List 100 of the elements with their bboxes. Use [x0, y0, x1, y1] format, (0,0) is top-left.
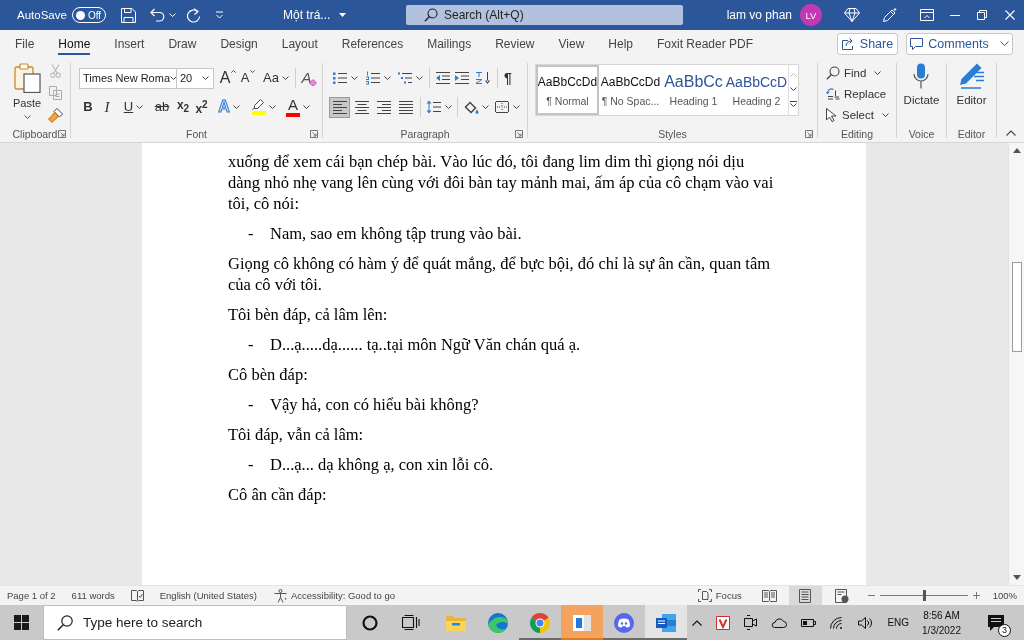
user-avatar[interactable]: LV	[800, 4, 822, 26]
caret-icon[interactable]	[281, 76, 289, 80]
taskbar-app-button[interactable]	[561, 605, 603, 640]
language-label[interactable]: English (United States)	[159, 590, 257, 601]
taskbar-search-field[interactable]: Type here to search	[43, 605, 347, 640]
save-icon[interactable]	[120, 7, 136, 23]
ribbon-tab[interactable]: Review	[483, 30, 547, 57]
ribbon-tab[interactable]: Layout	[269, 30, 330, 57]
ribbon-tab[interactable]: Draw	[156, 30, 209, 57]
speaker-icon[interactable]	[858, 616, 874, 629]
ribbon-tab[interactable]: Design	[208, 30, 270, 57]
style-option[interactable]: AaBbCcD Heading 2	[725, 65, 788, 115]
caret-icon[interactable]	[874, 70, 882, 75]
caret-icon[interactable]	[513, 105, 520, 109]
document-title-button[interactable]: Một trá...	[283, 8, 347, 22]
comments-button[interactable]: Comments	[906, 32, 1013, 55]
more-styles-icon[interactable]	[790, 101, 797, 107]
subscript-button[interactable]: x$_{2}$	[174, 96, 192, 118]
style-option[interactable]: AaBbCcDd ¶ Normal	[536, 65, 599, 115]
minimize-icon[interactable]	[950, 14, 960, 16]
editor-button[interactable]: Editor	[956, 62, 987, 125]
caret-icon[interactable]	[339, 13, 347, 17]
task-view-icon[interactable]	[401, 615, 420, 630]
taskbar-app-button[interactable]	[645, 605, 687, 640]
caret-icon[interactable]	[170, 76, 177, 80]
ribbon-display-icon[interactable]	[920, 9, 934, 21]
dialog-launcher-icon[interactable]	[58, 129, 66, 138]
replace-button[interactable]: Replace	[826, 85, 887, 102]
cloud-icon[interactable]	[771, 617, 788, 628]
caret-icon[interactable]	[23, 115, 31, 119]
proofing-book-icon[interactable]	[130, 589, 144, 602]
caret-icon[interactable]	[232, 105, 240, 109]
font-name-field[interactable]: Times New Roma	[79, 67, 177, 89]
caret-icon[interactable]	[416, 76, 423, 80]
print-layout-button[interactable]	[788, 586, 822, 605]
caret-icon[interactable]	[268, 105, 276, 109]
show-marks-button[interactable]: ¶	[501, 67, 515, 89]
battery-icon[interactable]	[801, 618, 817, 627]
superscript-button[interactable]: x$^{2}$	[192, 96, 211, 118]
dictate-button[interactable]: Dictate	[903, 62, 940, 125]
font-size-field[interactable]: 20	[176, 67, 214, 89]
zoom-level[interactable]: 100%	[992, 590, 1017, 601]
dialog-launcher-icon[interactable]	[310, 129, 318, 138]
clock-time[interactable]: 8:56 AM	[923, 607, 960, 623]
undo-icon[interactable]	[149, 8, 165, 22]
collapse-ribbon-icon[interactable]	[1005, 130, 1016, 136]
clear-formatting-button[interactable]: A	[299, 67, 319, 89]
font-color-button[interactable]: A	[280, 96, 316, 118]
caret-icon[interactable]	[136, 105, 144, 109]
zoom-slider-thumb[interactable]	[922, 590, 926, 601]
caret-icon[interactable]	[999, 41, 1009, 46]
accessibility-status[interactable]: Accessibility: Good to go	[290, 590, 395, 601]
scroll-down-icon[interactable]	[1012, 575, 1021, 580]
style-option[interactable]: AaBbCcDd ¶ No Spac...	[599, 65, 662, 115]
share-button[interactable]: Share	[837, 32, 898, 55]
italic-button[interactable]: I	[97, 96, 117, 118]
ribbon-tab[interactable]: File	[3, 30, 47, 57]
customize-toolbar-icon[interactable]	[214, 11, 224, 19]
ribbon-tab[interactable]: View	[546, 30, 597, 57]
shrink-font-button[interactable]: A	[239, 67, 257, 89]
clock-date[interactable]: 1/3/2022	[922, 622, 961, 638]
camera-icon[interactable]	[744, 615, 758, 630]
close-icon[interactable]	[1005, 10, 1015, 20]
scroll-down-icon[interactable]	[790, 87, 797, 91]
ribbon-tab[interactable]: Help	[596, 30, 645, 57]
paintbrush-icon[interactable]	[48, 108, 63, 123]
search-field[interactable]: Search (Alt+Q)	[406, 5, 683, 25]
restore-icon[interactable]	[977, 10, 987, 20]
page-count[interactable]: Page 1 of 2	[7, 590, 56, 601]
strikethrough-button[interactable]: ab	[150, 96, 174, 118]
bold-button[interactable]: B	[79, 96, 97, 118]
word-count[interactable]: 611 words	[71, 590, 115, 601]
find-button[interactable]: Find	[826, 64, 882, 81]
ribbon-tab[interactable]: References	[329, 30, 416, 57]
zoom-in-icon[interactable]	[972, 592, 980, 599]
dialog-launcher-icon[interactable]	[515, 129, 523, 138]
align-left-button[interactable]	[329, 96, 350, 118]
ring-icon[interactable]	[361, 614, 378, 631]
paste-button[interactable]: Paste	[8, 62, 46, 125]
input-language[interactable]: ENG	[887, 617, 910, 628]
chevron-up-icon[interactable]	[692, 619, 703, 626]
ribbon-tab[interactable]: Insert	[102, 30, 157, 57]
diamond-icon[interactable]	[844, 8, 860, 22]
change-case-button[interactable]: Aa	[260, 67, 292, 89]
v-shape-app-icon[interactable]	[716, 615, 731, 630]
redo-icon[interactable]	[185, 7, 201, 23]
scroll-up-icon[interactable]	[1012, 148, 1021, 153]
notification-icon[interactable]	[988, 614, 1004, 631]
underline-button[interactable]: U	[117, 96, 150, 118]
caret-icon[interactable]	[351, 76, 358, 80]
focus-button[interactable]: Focus	[697, 589, 742, 602]
ribbon-tab[interactable]: Mailings	[415, 30, 484, 57]
caret-icon[interactable]	[303, 105, 310, 109]
style-option[interactable]: AaBbCc Heading 1	[662, 65, 725, 115]
ribbon-tab[interactable]: Home	[46, 30, 103, 57]
caret-icon[interactable]	[881, 112, 889, 117]
dialog-launcher-icon[interactable]	[805, 129, 813, 138]
accessibility-icon[interactable]	[272, 588, 288, 603]
select-button[interactable]: Select	[826, 106, 889, 123]
caret-icon[interactable]	[202, 76, 209, 80]
